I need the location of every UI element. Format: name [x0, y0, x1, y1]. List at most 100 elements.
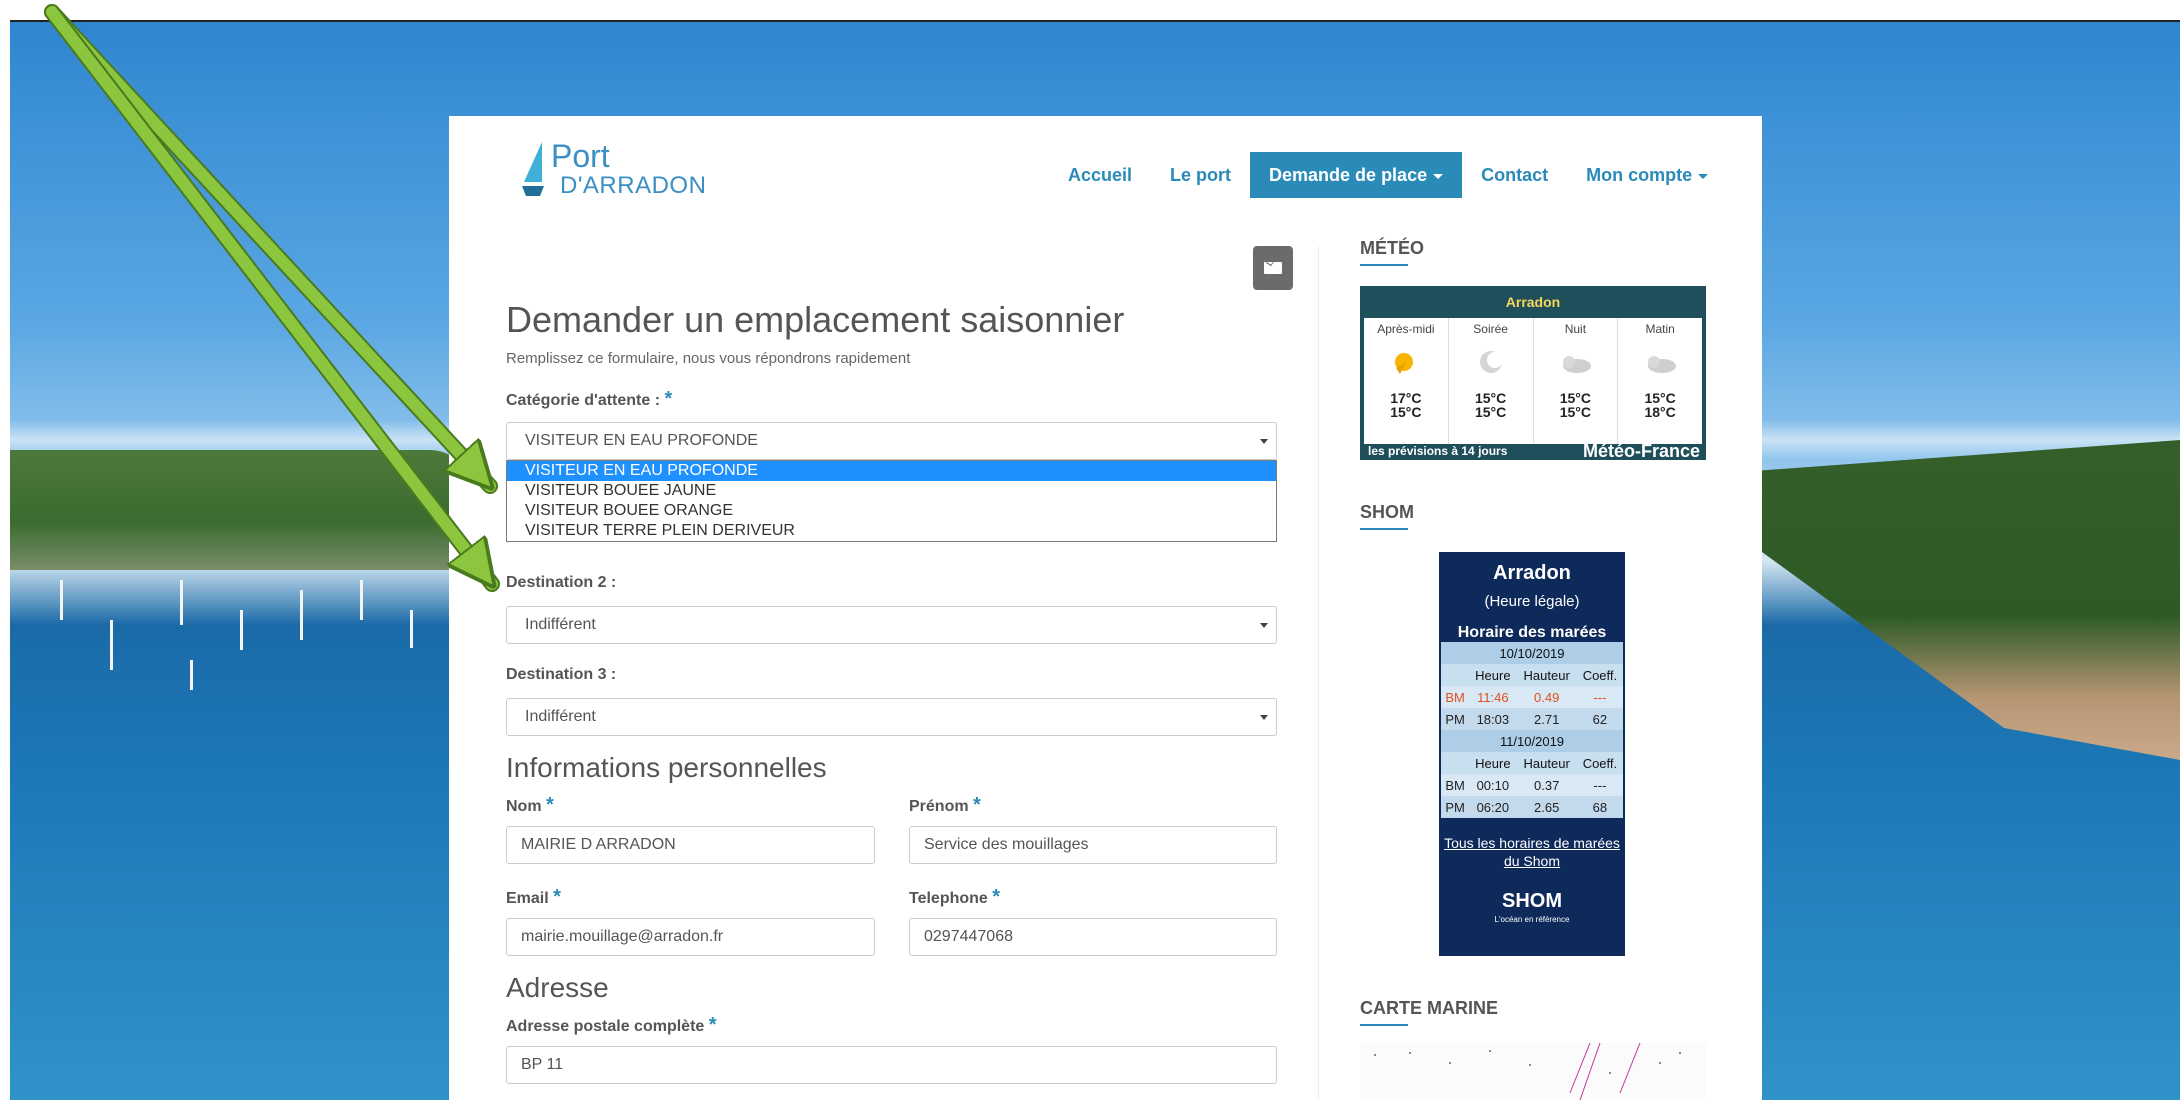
required-mark: *: [992, 886, 1001, 908]
shom-tagline: L'océan en référence: [1494, 915, 1570, 924]
shom-title-underline: [1360, 528, 1408, 530]
tide-cell: 68: [1576, 796, 1623, 818]
nav-demande-de-place[interactable]: Demande de place: [1250, 152, 1463, 198]
category-label: Catégorie d'attente : *: [506, 388, 672, 411]
tide-cell: ---: [1576, 686, 1623, 708]
nautical-chart-map[interactable]: [1360, 1043, 1706, 1100]
nav-mon-compte-label: Mon compte: [1586, 165, 1693, 185]
meteo-period-name: Soirée: [1473, 322, 1508, 336]
cloud-icon: [1563, 356, 1592, 373]
category-option[interactable]: VISITEUR EN EAU PROFONDE: [507, 461, 1276, 481]
shom-city: Arradon: [1493, 562, 1571, 584]
meteo-temp-2: 15°C: [1390, 404, 1422, 420]
shom-tide-widget[interactable]: Arradon (Heure légale) Horaire des marée…: [1439, 552, 1625, 956]
shom-all-tides-link[interactable]: Tous les horaires de marées du Shom: [1439, 834, 1625, 870]
destination2-select[interactable]: Indifférent: [506, 606, 1277, 644]
boat-mast: [60, 580, 63, 620]
boat-mast: [110, 620, 113, 670]
tide-cell: ---: [1576, 774, 1623, 796]
tide-row: BM 11:46 0.49 ---: [1441, 686, 1623, 708]
telephone-label-text: Telephone: [909, 890, 988, 907]
meteo-period: Nuit 15°C 15°C: [1534, 318, 1619, 444]
category-dropdown-list: VISITEUR EN EAU PROFONDE VISITEUR BOUEE …: [506, 460, 1277, 542]
tide-header-cell: [1441, 664, 1470, 686]
tide-header-cell: Heure: [1469, 664, 1517, 686]
telephone-input[interactable]: 0297447068: [909, 918, 1277, 956]
meteo-widget[interactable]: Arradon Après-midi 17°C 15°C Soirée 15°C…: [1360, 286, 1706, 462]
meteo-title: MÉTÉO: [1360, 238, 1425, 258]
telephone-label: Telephone *: [909, 886, 1000, 909]
tide-cell: BM: [1441, 774, 1470, 796]
tide-cell: 0.49: [1516, 686, 1577, 708]
meteo-city: Arradon: [1505, 294, 1561, 310]
meteo-14-days-link[interactable]: les prévisions à 14 jours: [1362, 444, 1507, 458]
email-input[interactable]: mairie.mouillage@arradon.fr: [506, 918, 875, 956]
category-option[interactable]: VISITEUR BOUEE JAUNE: [507, 481, 1276, 501]
section-personal-info: Informations personnelles: [506, 752, 827, 783]
tide-row: PM 06:20 2.65 68: [1441, 796, 1623, 818]
column-divider: [1318, 246, 1319, 1100]
logo-text-port: Port: [551, 138, 610, 174]
section-address: Adresse: [506, 972, 609, 1003]
carte-marine-underline: [1360, 1024, 1408, 1026]
category-select[interactable]: VISITEUR EN EAU PROFONDE: [506, 422, 1277, 460]
tide-cell: 18:03: [1469, 708, 1517, 730]
destination3-value: Indifférent: [525, 708, 596, 725]
shom-logo: SHOM L'océan en référence: [1439, 890, 1625, 924]
sun-cloud-icon: [1394, 353, 1413, 374]
tide-cell: 0.37: [1516, 774, 1577, 796]
required-mark: *: [973, 794, 981, 816]
chevron-down-icon: [1698, 173, 1709, 179]
required-mark: *: [546, 794, 554, 816]
meteo-temp-2: 15°C: [1474, 404, 1507, 420]
boat-mast: [240, 610, 243, 650]
tide-cell: 2.71: [1516, 708, 1577, 730]
page-subtitle: Remplissez ce formulaire, nous vous répo…: [506, 350, 911, 367]
category-option[interactable]: VISITEUR BOUEE ORANGE: [507, 501, 1276, 521]
nom-label: Nom *: [506, 794, 554, 817]
boat-mast: [300, 590, 303, 640]
email-label-text: Email: [506, 890, 549, 907]
meteo-france-brand[interactable]: Météo-France: [1583, 441, 1704, 462]
category-select-value: VISITEUR EN EAU PROFONDE: [525, 432, 758, 449]
tide-cell: 11:46: [1469, 686, 1517, 708]
nav-mon-compte[interactable]: Mon compte: [1567, 152, 1727, 198]
meteo-temp-2: 18°C: [1644, 404, 1676, 420]
content-card: Port D'ARRADON Accueil Le port Demande d…: [449, 116, 1762, 1100]
destination2-value: Indifférent: [525, 616, 596, 633]
nav-le-port[interactable]: Le port: [1151, 152, 1250, 198]
dropdown-arrow-icon: [1260, 623, 1268, 628]
tide-date: 10/10/2019: [1441, 642, 1623, 664]
nom-label-text: Nom: [506, 798, 542, 815]
email-label: Email *: [506, 886, 561, 909]
nav-contact[interactable]: Contact: [1462, 152, 1567, 198]
chevron-down-icon: [1433, 173, 1444, 179]
destination3-select[interactable]: Indifférent: [506, 698, 1277, 736]
meteo-period: Matin 15°C 18°C: [1618, 318, 1702, 444]
tide-row: PM 18:03 2.71 62: [1441, 708, 1623, 730]
meteo-temp-1: 15°C: [1644, 390, 1676, 406]
meteo-period-name: Nuit: [1564, 322, 1587, 336]
page-title: Demander un emplacement saisonnier: [506, 299, 1125, 340]
meteo-temp-2: 15°C: [1559, 404, 1592, 420]
prenom-input[interactable]: Service des mouillages: [909, 826, 1277, 864]
nom-input[interactable]: MAIRIE D ARRADON: [506, 826, 875, 864]
email-share-button[interactable]: [1253, 246, 1293, 290]
prenom-label-text: Prénom: [909, 798, 969, 815]
boat-mast: [360, 580, 363, 620]
meteo-forecast-grid: Après-midi 17°C 15°C Soirée 15°C 15°C Nu…: [1364, 318, 1702, 444]
destination3-label: Destination 3 :: [506, 666, 617, 683]
meteo-temp-1: 17°C: [1390, 390, 1422, 406]
tide-table: 10/10/2019 Heure Hauteur Coeff. BM 11:46…: [1441, 642, 1623, 818]
destination2-label: Destination 2 :: [506, 574, 617, 591]
site-logo[interactable]: Port D'ARRADON: [522, 138, 722, 199]
sail-icon: [522, 142, 544, 196]
meteo-period-name: Matin: [1645, 322, 1675, 336]
nav-accueil[interactable]: Accueil: [1049, 152, 1151, 198]
address-label: Adresse postale complète *: [506, 1014, 717, 1037]
meteo-period-name: Après-midi: [1377, 322, 1435, 336]
dropdown-arrow-icon: [1260, 715, 1268, 720]
category-option[interactable]: VISITEUR TERRE PLEIN DERIVEUR: [507, 521, 1276, 541]
address-input[interactable]: BP 11: [506, 1046, 1277, 1084]
tide-header-cell: Coeff.: [1576, 664, 1623, 686]
